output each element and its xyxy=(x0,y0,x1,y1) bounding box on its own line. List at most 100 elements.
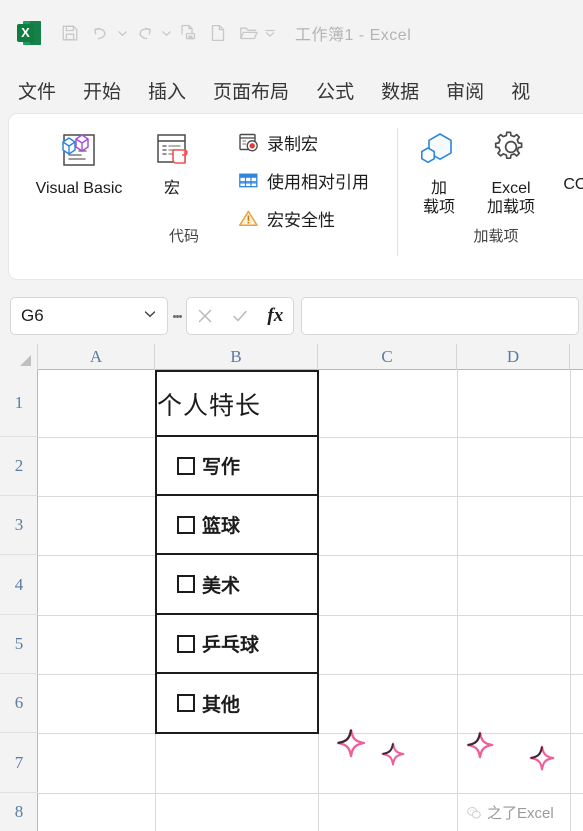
skills-item-row-3[interactable]: 美术 xyxy=(157,555,317,615)
macro-label: 宏 xyxy=(163,180,180,197)
print-preview-icon[interactable] xyxy=(173,18,203,48)
relative-reference-icon xyxy=(237,170,259,192)
enter-formula-icon[interactable] xyxy=(225,301,255,331)
column-headers: A B C D xyxy=(0,344,583,370)
record-macro-icon xyxy=(237,132,259,154)
row-header-1[interactable]: 1 xyxy=(0,370,38,437)
relative-reference-label: 使用相对引用 xyxy=(267,173,369,192)
ribbon-group-addins-label: 加载项 xyxy=(473,228,519,245)
sparkle-decoration-2 xyxy=(381,742,405,771)
window-title: 工作簿1 - Excel xyxy=(295,27,412,44)
row-header-6[interactable]: 6 xyxy=(0,674,38,733)
skills-table: 个人特长 写作 篮球 美术 乒乓球 其他 xyxy=(155,370,319,734)
row-header-3[interactable]: 3 xyxy=(0,496,38,555)
checkbox-篮球[interactable] xyxy=(177,515,195,534)
skills-item-label-3: 美术 xyxy=(202,575,241,597)
cancel-formula-icon[interactable] xyxy=(190,301,220,331)
fx-label: fx xyxy=(267,305,284,326)
undo-dropdown-icon[interactable] xyxy=(115,18,129,48)
skills-item-row-1[interactable]: 写作 xyxy=(157,437,317,496)
column-header-b[interactable]: B xyxy=(155,344,318,370)
row-header-5[interactable]: 5 xyxy=(0,615,38,674)
macro-button[interactable]: 宏 xyxy=(144,126,200,198)
sparkle-decoration-1 xyxy=(336,728,366,763)
tab-insert[interactable]: 插入 xyxy=(148,77,186,104)
skills-item-label-2: 篮球 xyxy=(202,516,241,537)
tab-formulas[interactable]: 公式 xyxy=(316,77,354,104)
redo-dropdown-icon[interactable] xyxy=(159,18,173,48)
ribbon-group-addins: 加载项 Excel加载项 COM 加载项 xyxy=(407,120,583,250)
addins-button[interactable]: 加载项 xyxy=(411,126,467,217)
insert-function-icon[interactable]: fx xyxy=(260,301,290,331)
excel-app-icon: X xyxy=(17,21,41,45)
wechat-logo-icon xyxy=(466,805,482,821)
skills-item-row-2[interactable]: 篮球 xyxy=(157,496,317,555)
tab-view[interactable]: 视 xyxy=(511,77,530,104)
title-bar: X 工作簿1 - Excel xyxy=(0,0,583,66)
name-box-value: G6 xyxy=(21,306,44,325)
sparkle-decoration-3 xyxy=(466,731,494,764)
column-header-e[interactable] xyxy=(570,344,583,370)
new-file-icon[interactable] xyxy=(203,18,233,48)
checkbox-写作[interactable] xyxy=(177,456,195,475)
row-header-7[interactable]: 7 xyxy=(0,733,38,793)
formula-input[interactable] xyxy=(301,297,579,335)
checkbox-乒乓球[interactable] xyxy=(177,634,195,653)
customize-qat-icon[interactable] xyxy=(263,18,277,48)
column-header-c[interactable]: C xyxy=(318,344,457,370)
excel-logo-letter: X xyxy=(17,24,34,42)
ribbon: Visual Basic 宏 录制宏 使用相对引用 宏安全性 代码 加 载项 E… xyxy=(9,114,583,279)
open-folder-icon[interactable] xyxy=(233,18,263,48)
skills-item-row-5[interactable]: 其他 xyxy=(157,674,317,732)
tab-page-layout[interactable]: 页面布局 xyxy=(213,77,289,104)
select-all-corner[interactable] xyxy=(0,344,38,370)
skills-item-label-5: 其他 xyxy=(202,694,241,716)
row-header-4[interactable]: 4 xyxy=(0,555,38,615)
visual-basic-label: Visual Basic xyxy=(35,180,123,197)
save-icon[interactable] xyxy=(55,18,85,48)
excel-window: X 工作簿1 - Excel 文件 开始 插入 页面布局 公式 数据 审阅 视 … xyxy=(0,0,583,831)
visual-basic-button[interactable]: Visual Basic xyxy=(31,126,127,198)
row-header-8[interactable]: 8 xyxy=(0,793,38,831)
skills-item-label-4: 乒乓球 xyxy=(202,635,260,656)
record-macro-button[interactable]: 录制宏 xyxy=(237,130,318,155)
formula-bar-buttons: fx xyxy=(186,297,294,335)
row-headers: 1 2 3 4 5 6 7 8 xyxy=(0,370,38,831)
macro-icon xyxy=(150,126,194,176)
skills-item-label-1: 写作 xyxy=(202,457,241,478)
tab-home[interactable]: 开始 xyxy=(83,77,121,104)
undo-icon[interactable] xyxy=(85,18,115,48)
skills-table-title-cell[interactable]: 个人特长 xyxy=(157,372,317,437)
watermark-text: 之了Excel xyxy=(487,805,554,822)
tab-file[interactable]: 文件 xyxy=(18,77,56,104)
watermark: 之了Excel xyxy=(466,802,554,823)
checkbox-其他[interactable] xyxy=(177,694,195,712)
com-addins-button[interactable]: COM xyxy=(552,172,583,194)
relative-reference-button[interactable]: 使用相对引用 xyxy=(237,168,369,193)
com-addins-label: COM xyxy=(563,176,583,193)
grid-cells[interactable]: 个人特长 写作 篮球 美术 乒乓球 其他 xyxy=(38,370,583,831)
name-box[interactable]: G6 xyxy=(10,297,168,335)
excel-addins-gear-icon xyxy=(488,126,534,176)
name-box-options-icon[interactable] xyxy=(168,297,186,335)
addins-label: 加载项 xyxy=(422,180,455,216)
ribbon-tab-strip: 文件 开始 插入 页面布局 公式 数据 审阅 视 xyxy=(0,66,583,114)
visual-basic-icon xyxy=(55,126,103,176)
tab-review[interactable]: 审阅 xyxy=(446,77,484,104)
excel-addins-label: Excel 加载项 xyxy=(486,180,535,216)
addins-hexagon-icon xyxy=(416,126,462,176)
name-box-chevron-down-icon[interactable] xyxy=(143,307,157,326)
ribbon-group-code: Visual Basic 宏 录制宏 使用相对引用 宏安全性 代码 xyxy=(19,120,389,250)
column-header-d[interactable]: D xyxy=(457,344,570,370)
excel-addins-button[interactable]: Excel 加载项 xyxy=(475,126,547,217)
checkbox-美术[interactable] xyxy=(177,575,195,593)
row-header-2[interactable]: 2 xyxy=(0,437,38,496)
redo-icon[interactable] xyxy=(129,18,159,48)
ribbon-group-divider xyxy=(397,128,398,256)
tab-data[interactable]: 数据 xyxy=(381,77,419,104)
ribbon-group-code-label: 代码 xyxy=(168,228,199,245)
sparkle-decoration-4 xyxy=(529,745,555,776)
spreadsheet-grid: A B C D 1 2 3 4 5 6 7 8 个人特长 写作 篮球 美术 乒乓… xyxy=(0,344,583,831)
skills-item-row-4[interactable]: 乒乓球 xyxy=(157,615,317,674)
column-header-a[interactable]: A xyxy=(38,344,155,370)
